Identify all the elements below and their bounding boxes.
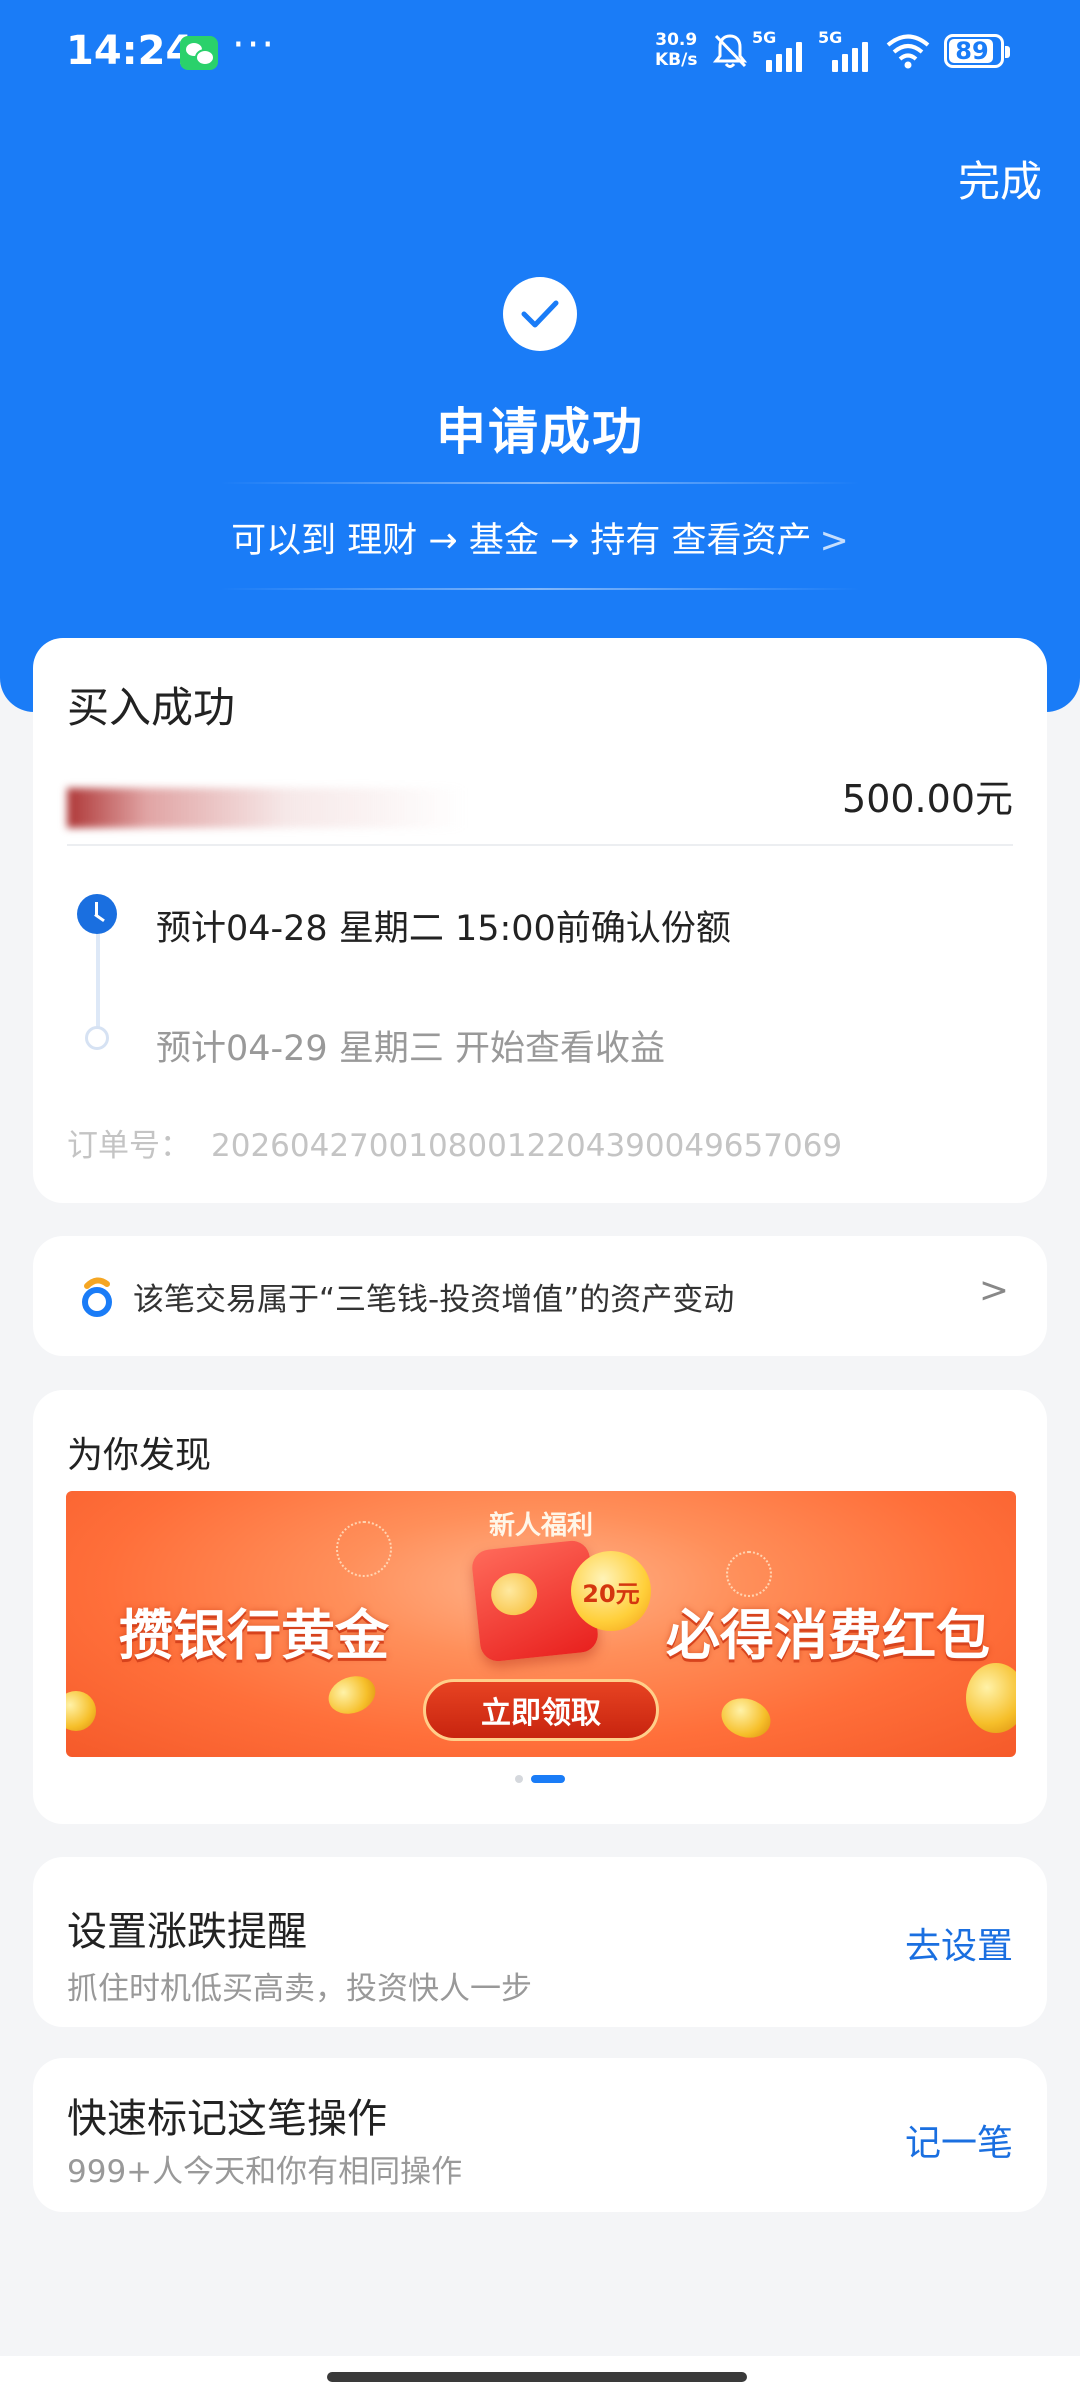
chevron-right-icon: > [819, 521, 849, 561]
battery-icon: 89 [944, 34, 1010, 68]
banner-top-label: 新人福利 [488, 1511, 593, 1541]
claim-button[interactable]: 立即领取 [423, 1679, 659, 1741]
header-divider [220, 588, 860, 590]
banner-pager [33, 1775, 1047, 1783]
net-speed-value: 30.9 [655, 30, 698, 50]
pager-dot [515, 1775, 523, 1783]
purchase-amount: 500.00元 [842, 777, 1013, 821]
more-dots: ··· [232, 22, 277, 68]
chevron-right-icon: > [978, 1270, 1009, 1311]
signal-icon: 5G [752, 28, 812, 72]
asset-change-card[interactable]: 该笔交易属于“三笔钱-投资增值”的资产变动 > [33, 1236, 1047, 1356]
wechat-icon [180, 36, 218, 70]
timeline-line [96, 928, 100, 1038]
order-number: 20260427001080012204390049657069 [211, 1128, 843, 1164]
success-check-icon [503, 277, 577, 351]
go-settings-button[interactable]: 去设置 [905, 1917, 1013, 1969]
timeline-step: 预计04-28 星期二 15:00前确认份额 [156, 909, 731, 949]
price-alert-card: 设置涨跌提醒 抓住时机低买高卖，投资快人一步 去设置 [33, 1857, 1047, 2027]
banner-left-text: 攒银行黄金 [119, 1604, 389, 1667]
status-bar: 14:24 ··· 30.9 KB/s 5G 5G 89 [0, 0, 1080, 110]
coupon-badge: 20元 [571, 1551, 651, 1631]
battery-level: 89 [955, 37, 989, 65]
header-divider [220, 482, 860, 484]
asset-logo-icon [82, 1277, 112, 1317]
pager-dot-active [531, 1775, 565, 1783]
clock-icon [77, 894, 117, 934]
record-button[interactable]: 记一笔 [905, 2114, 1013, 2166]
done-button[interactable]: 完成 [958, 148, 1042, 209]
net-speed-unit: KB/s [655, 50, 698, 70]
discover-card: 为你发现 新人福利 攒银行黄金 20元 必得消费红包 立即领取 [33, 1390, 1047, 1824]
gold-coin-icon [66, 1691, 96, 1731]
status-time: 14:24 [66, 28, 194, 74]
gold-coin-icon [716, 1692, 776, 1744]
purchase-card: 买入成功 500.00元 预计04-28 星期二 15:00前确认份额 预计04… [33, 638, 1047, 1203]
net-speed: 30.9 KB/s [655, 30, 697, 70]
banner-right-text: 必得消费红包 [666, 1604, 990, 1667]
gold-coin-icon [323, 1669, 381, 1721]
view-assets-text: 可以到 理财 → 基金 → 持有 查看资产 [231, 521, 812, 561]
discover-title: 为你发现 [67, 1435, 212, 1476]
price-alert-title: 设置涨跌提醒 [67, 1909, 307, 1955]
success-title: 申请成功 [436, 403, 644, 461]
home-indicator[interactable] [327, 2372, 747, 2382]
view-assets-link[interactable]: 可以到 理财 → 基金 → 持有 查看资产 > [0, 512, 1080, 563]
bell-muted-icon [712, 34, 748, 68]
promo-banner[interactable]: 新人福利 攒银行黄金 20元 必得消费红包 立即领取 [66, 1491, 1016, 1757]
quick-mark-title: 快速标记这笔操作 [67, 2096, 387, 2142]
signal-icon: 5G [818, 28, 878, 72]
timeline-step: 预计04-29 星期三 开始查看收益 [156, 1029, 665, 1069]
fund-name-redacted [67, 788, 467, 828]
asset-change-text: 该笔交易属于“三笔钱-投资增值”的资产变动 [133, 1282, 735, 1318]
quick-mark-subtitle: 999+人今天和你有相同操作 [67, 2154, 463, 2190]
order-label: 订单号： [67, 1128, 191, 1164]
price-alert-subtitle: 抓住时机低买高卖，投资快人一步 [67, 1971, 532, 2007]
dot-icon [85, 1026, 109, 1050]
quick-mark-card: 快速标记这笔操作 999+人今天和你有相同操作 记一笔 [33, 2058, 1047, 2212]
divider [67, 844, 1013, 846]
purchase-title: 买入成功 [67, 683, 236, 732]
gold-coin-icon [966, 1663, 1016, 1733]
order-number-row: 订单号： 20260427001080012204390049657069 [67, 1120, 842, 1165]
wifi-icon [886, 34, 930, 69]
